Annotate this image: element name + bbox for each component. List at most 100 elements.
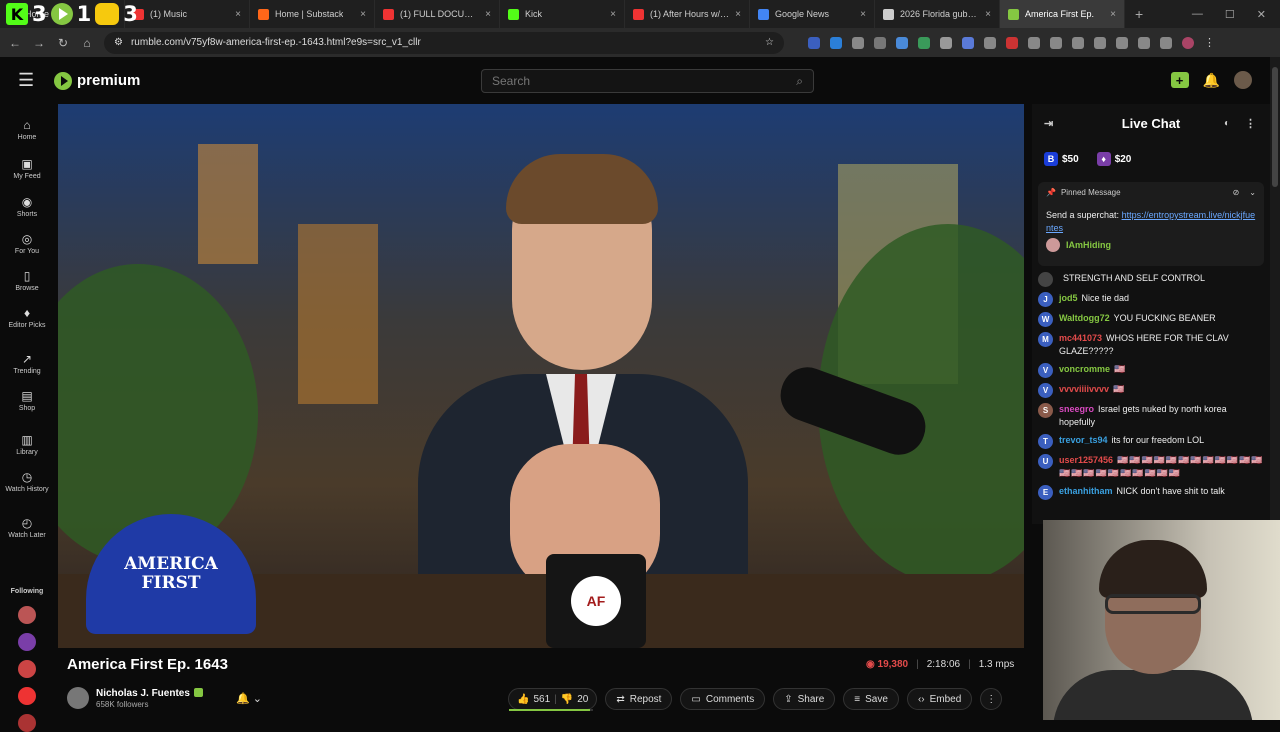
save-button[interactable]: ≡ Save [843,688,899,710]
browser-tab[interactable]: (1) After Hours w/ Jan × [625,0,750,28]
chat-user-avatar[interactable] [1038,272,1053,287]
chat-username[interactable]: ethanhitham [1059,486,1113,496]
reload-icon[interactable]: ↻ [56,36,70,50]
forward-icon[interactable]: → [32,36,46,50]
pinned-user[interactable]: IAmHiding [1046,238,1256,253]
back-icon[interactable]: ← [8,36,22,50]
tab-close-icon[interactable]: × [229,9,241,20]
sidebar-item-my-feed[interactable]: ▣ My Feed [0,157,54,180]
upload-icon[interactable]: + [1170,72,1189,88]
home-icon[interactable]: ⌂ [80,36,94,50]
extension-icon[interactable] [1050,36,1062,49]
extension-icon[interactable] [962,36,974,49]
video-player[interactable]: AMERICA FIRST AF [58,104,1024,648]
embed-button[interactable]: ‹› Embed [906,688,973,710]
rumble-premium-logo[interactable]: premium [54,71,140,90]
user-avatar[interactable] [1234,71,1252,89]
chat-user-avatar[interactable]: E [1038,485,1053,501]
chat-username[interactable]: mc441073 [1059,333,1102,343]
tab-close-icon[interactable]: × [729,9,741,20]
chat-username[interactable]: jod5 [1059,293,1078,303]
extension-icon[interactable] [984,36,996,49]
browser-tab[interactable]: Kick × [500,0,625,28]
chat-user-avatar[interactable]: W [1038,312,1053,327]
chevron-down-icon[interactable]: ⌄ [1249,188,1256,197]
extension-icon[interactable] [1094,36,1106,49]
sidebar-item-browse[interactable]: ▯ Browse [0,269,54,292]
thumbs-up-icon[interactable]: 👍 [517,694,529,705]
chat-user-avatar[interactable]: M [1038,332,1053,347]
new-tab-icon[interactable]: + [1125,6,1153,22]
search-input[interactable] [492,74,797,88]
chat-username[interactable]: Waltdogg72 [1059,313,1110,323]
extension-icon[interactable] [1138,36,1150,49]
channel-notification-toggle[interactable]: 🔔 ⌄ [236,692,262,705]
tab-close-icon[interactable]: × [1104,9,1116,20]
chat-user-avatar[interactable]: T [1038,434,1053,450]
chat-user-avatar[interactable]: V [1038,363,1053,379]
tab-close-icon[interactable]: × [604,9,616,20]
notification-bell-icon[interactable]: 🔔 [1203,72,1220,89]
hide-pin-icon[interactable]: ⊘ [1233,188,1240,197]
sidebar-item-library[interactable]: ▥ Library [0,433,54,456]
like-count[interactable]: 561 [533,694,550,705]
channel-avatar[interactable] [67,687,89,709]
tab-close-icon[interactable]: × [854,9,866,20]
browser-tab[interactable]: Home | Substack × [250,0,375,28]
chat-username[interactable]: sneegro [1059,404,1094,414]
browser-tab[interactable]: Google News × [750,0,875,28]
sidebar-item-watch-later[interactable]: ◴ Watch Later [0,516,54,539]
dislike-count[interactable]: 20 [577,694,588,705]
extension-icon[interactable] [918,36,930,49]
maximize-icon[interactable]: ☐ [1225,8,1235,21]
extension-icon[interactable] [896,36,908,49]
following-channel-avatar[interactable] [18,606,36,624]
extension-icon[interactable] [1160,36,1172,49]
extension-icon[interactable] [874,36,886,49]
extension-icon[interactable] [1072,36,1084,49]
extension-icon[interactable] [1006,36,1018,49]
browser-tab[interactable]: (1) Music × [125,0,250,28]
chat-user-avatar[interactable]: J [1038,292,1053,307]
extension-icon[interactable] [1028,36,1040,49]
following-channel-avatar[interactable] [18,714,36,732]
browser-menu-icon[interactable]: ⋮ [1204,37,1216,49]
extension-icon[interactable] [1116,36,1128,49]
channel-name-row[interactable]: Nicholas J. Fuentes [96,688,203,699]
chat-user-avatar[interactable]: S [1038,403,1053,419]
address-bar[interactable]: ⚙ rumble.com/v75yf8w-america-first-ep.-1… [104,31,784,54]
close-window-icon[interactable]: ✕ [1257,8,1266,21]
menu-hamburger-icon[interactable]: ☰ [18,70,36,91]
browser-tab[interactable]: 2026 Florida guberna × [875,0,1000,28]
profile-avatar-icon[interactable] [1182,36,1194,49]
chat-user-avatar[interactable]: V [1038,383,1053,399]
page-scrollbar[interactable] [1270,57,1280,520]
sidebar-item-watch-history[interactable]: ◷ Watch History [0,470,54,493]
browser-tab[interactable]: America First Ep. × [1000,0,1125,28]
minimize-icon[interactable]: — [1192,8,1203,21]
chat-username[interactable]: vvvviiiivvvv [1059,384,1109,394]
collapse-chat-icon[interactable]: ⇥ [1044,117,1053,130]
extension-icon[interactable] [852,36,864,49]
tab-close-icon[interactable]: × [979,9,991,20]
following-channel-avatar[interactable] [18,687,36,705]
more-options-button[interactable]: ⋮ [980,688,1003,710]
tab-close-icon[interactable]: × [479,9,491,20]
chat-username[interactable]: trevor_ts94 [1059,435,1108,445]
search-icon[interactable]: ⌕ [796,74,803,89]
sidebar-item-for-you[interactable]: ◎ For You [0,232,54,255]
site-info-icon[interactable]: ⚙ [114,37,123,48]
sidebar-item-shop[interactable]: ▤ Shop [0,389,54,412]
sidebar-item-trending[interactable]: ↗ Trending [0,352,54,375]
tab-close-icon[interactable]: × [354,9,366,20]
channel-info[interactable]: Nicholas J. Fuentes 658K followers [67,687,203,709]
thumbs-down-icon[interactable]: 👎 [561,694,573,705]
extension-icon[interactable] [808,36,820,49]
following-channel-avatar[interactable] [18,633,36,651]
chat-menu-icon[interactable]: ⋮ [1245,117,1256,130]
share-button[interactable]: ⇪ Share [773,688,836,710]
sidebar-item-editor-picks[interactable]: ♦ Editor Picks [0,306,54,329]
browser-tab[interactable]: (1) FULL DOCUMENTA× [375,0,500,28]
comments-button[interactable]: ▭ Comments [680,688,766,710]
repost-button[interactable]: ⇄ Repost [605,688,673,710]
